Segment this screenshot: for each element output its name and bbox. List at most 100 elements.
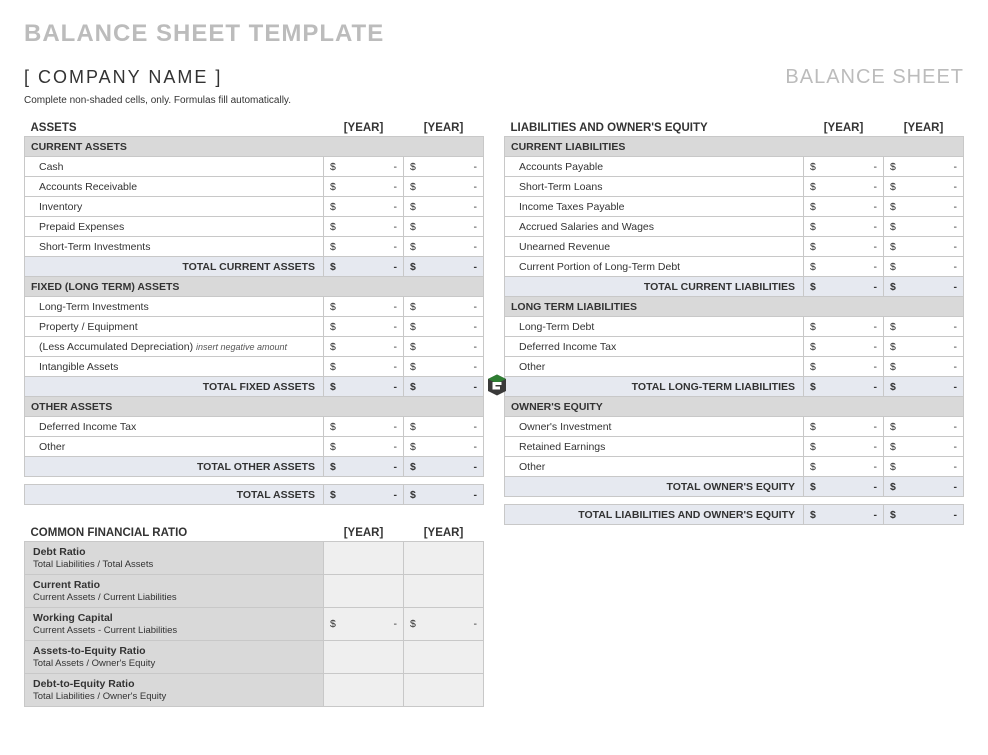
value-cell[interactable]: $- xyxy=(884,197,964,217)
total-cell: $- xyxy=(324,257,404,277)
value-cell[interactable]: $- xyxy=(884,437,964,457)
line-item: Current Portion of Long-Term Debt xyxy=(505,257,804,277)
ratios-table: COMMON FINANCIAL RATIO [YEAR] [YEAR] Deb… xyxy=(24,521,484,707)
instruction-text: Complete non-shaded cells, only. Formula… xyxy=(24,95,964,106)
value-cell[interactable]: $- xyxy=(404,237,484,257)
line-item: Other xyxy=(505,357,804,377)
value-cell[interactable]: $- xyxy=(404,217,484,237)
grand-total-cell: $- xyxy=(804,505,884,525)
year-header[interactable]: [YEAR] xyxy=(404,116,484,137)
value-cell[interactable]: $- xyxy=(804,437,884,457)
value-cell[interactable]: $- xyxy=(404,197,484,217)
liabilities-title: LIABILITIES AND OWNER'S EQUITY xyxy=(505,116,804,137)
value-cell[interactable]: $- xyxy=(404,157,484,177)
total-cell: $- xyxy=(884,477,964,497)
value-cell[interactable]: $- xyxy=(324,337,404,357)
ratio-row: Assets-to-Equity RatioTotal Assets / Own… xyxy=(25,641,324,674)
value-cell[interactable]: $- xyxy=(404,357,484,377)
total-current-assets-label: TOTAL CURRENT ASSETS xyxy=(25,257,324,277)
value-cell[interactable]: $- xyxy=(884,217,964,237)
ratio-row: Current RatioCurrent Assets / Current Li… xyxy=(25,575,324,608)
value-cell[interactable]: $- xyxy=(804,197,884,217)
total-assets-label: TOTAL ASSETS xyxy=(25,485,324,505)
total-other-assets-label: TOTAL OTHER ASSETS xyxy=(25,457,324,477)
value-cell[interactable]: $- xyxy=(324,217,404,237)
line-item: Short-Term Investments xyxy=(25,237,324,257)
total-cell: $- xyxy=(804,477,884,497)
value-cell[interactable]: $- xyxy=(324,237,404,257)
value-cell[interactable]: $- xyxy=(324,417,404,437)
value-cell[interactable]: $- xyxy=(324,437,404,457)
value-cell[interactable]: $- xyxy=(404,317,484,337)
ratio-value xyxy=(404,575,484,608)
company-name[interactable]: [ COMPANY NAME ] xyxy=(24,67,222,88)
value-cell[interactable]: $- xyxy=(404,437,484,457)
value-cell[interactable]: $- xyxy=(884,157,964,177)
line-item: (Less Accumulated Depreciation) insert n… xyxy=(25,337,324,357)
page-title: BALANCE SHEET TEMPLATE xyxy=(24,20,964,48)
value-cell[interactable]: $- xyxy=(884,357,964,377)
line-item: Accounts Payable xyxy=(505,157,804,177)
value-cell[interactable]: $- xyxy=(884,317,964,337)
value-cell[interactable]: $- xyxy=(804,177,884,197)
year-header[interactable]: [YEAR] xyxy=(404,521,484,542)
line-item: Owner's Investment xyxy=(505,417,804,437)
value-cell[interactable]: $- xyxy=(404,337,484,357)
value-cell[interactable]: $- xyxy=(884,337,964,357)
value-cell[interactable]: $- xyxy=(884,257,964,277)
year-header[interactable]: [YEAR] xyxy=(884,116,964,137)
ratio-value xyxy=(404,641,484,674)
line-item: Deferred Income Tax xyxy=(25,417,324,437)
line-item: Deferred Income Tax xyxy=(505,337,804,357)
line-item: Accrued Salaries and Wages xyxy=(505,217,804,237)
line-item: Long-Term Debt xyxy=(505,317,804,337)
assets-title: ASSETS xyxy=(25,116,324,137)
line-item: Income Taxes Payable xyxy=(505,197,804,217)
line-item: Intangible Assets xyxy=(25,357,324,377)
total-cell: $- xyxy=(804,277,884,297)
value-cell[interactable]: $- xyxy=(804,337,884,357)
value-cell[interactable]: $- xyxy=(324,177,404,197)
value-cell[interactable]: $- xyxy=(804,157,884,177)
value-cell[interactable]: $- xyxy=(804,257,884,277)
value-cell[interactable]: $- xyxy=(804,457,884,477)
value-cell[interactable]: $- xyxy=(324,197,404,217)
ratio-value xyxy=(324,575,404,608)
value-cell[interactable]: $- xyxy=(804,357,884,377)
value-cell[interactable]: $- xyxy=(404,297,484,317)
value-cell[interactable]: $- xyxy=(884,237,964,257)
grand-total-cell: $- xyxy=(404,485,484,505)
assets-table: ASSETS [YEAR] [YEAR] CURRENT ASSETS Cash… xyxy=(24,116,484,505)
value-cell[interactable]: $- xyxy=(324,297,404,317)
line-item: Prepaid Expenses xyxy=(25,217,324,237)
value-cell[interactable]: $- xyxy=(404,177,484,197)
total-cell: $- xyxy=(404,257,484,277)
value-cell[interactable]: $- xyxy=(404,417,484,437)
value-cell[interactable]: $- xyxy=(804,417,884,437)
year-header[interactable]: [YEAR] xyxy=(324,116,404,137)
value-cell[interactable]: $- xyxy=(884,177,964,197)
ratio-value xyxy=(404,542,484,575)
longterm-liabilities-header: LONG TERM LIABILITIES xyxy=(505,297,964,317)
value-cell[interactable]: $- xyxy=(804,217,884,237)
line-item: Retained Earnings xyxy=(505,437,804,457)
line-item: Short-Term Loans xyxy=(505,177,804,197)
line-item: Property / Equipment xyxy=(25,317,324,337)
value-cell[interactable]: $- xyxy=(804,317,884,337)
value-cell[interactable]: $- xyxy=(324,157,404,177)
value-cell[interactable]: $- xyxy=(804,237,884,257)
year-header[interactable]: [YEAR] xyxy=(324,521,404,542)
ratio-value xyxy=(324,674,404,707)
total-current-liabilities-label: TOTAL CURRENT LIABILITIES xyxy=(505,277,804,297)
value-cell[interactable]: $- xyxy=(884,417,964,437)
total-cell: $- xyxy=(324,377,404,397)
line-item: Other xyxy=(505,457,804,477)
value-cell[interactable]: $- xyxy=(324,317,404,337)
line-item: Inventory xyxy=(25,197,324,217)
value-cell[interactable]: $- xyxy=(884,457,964,477)
line-item: Cash xyxy=(25,157,324,177)
year-header[interactable]: [YEAR] xyxy=(804,116,884,137)
watermark-logo-icon xyxy=(482,370,512,400)
line-item: Other xyxy=(25,437,324,457)
value-cell[interactable]: $- xyxy=(324,357,404,377)
